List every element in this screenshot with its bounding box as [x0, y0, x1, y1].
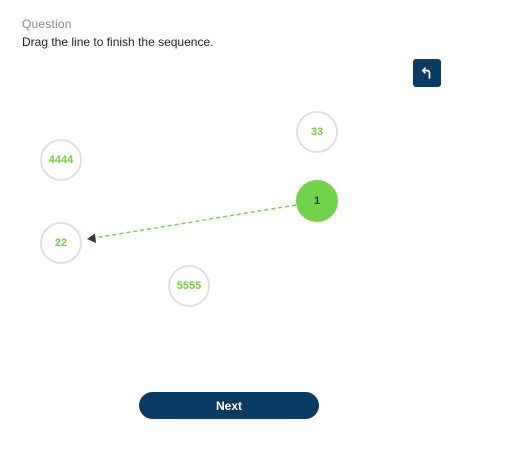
- question-prompt: Drag the line to finish the sequence.: [22, 35, 214, 49]
- node-label: 22: [54, 237, 68, 249]
- undo-arrow-icon: [420, 66, 434, 80]
- sequence-node-1-selected[interactable]: 1: [296, 180, 338, 222]
- undo-button[interactable]: [413, 59, 441, 87]
- sequence-node-22[interactable]: 22: [40, 222, 82, 264]
- question-label: Question: [22, 17, 72, 31]
- next-button[interactable]: Next: [139, 392, 319, 419]
- connector-arrowhead: [87, 233, 96, 243]
- sequence-node-4444[interactable]: 4444: [40, 139, 82, 181]
- sequence-node-33[interactable]: 33: [296, 111, 338, 153]
- node-label: 33: [310, 126, 324, 138]
- node-label: 4444: [48, 154, 74, 166]
- node-label: 1: [313, 195, 321, 207]
- sequence-node-5555[interactable]: 5555: [168, 265, 210, 307]
- node-label: 5555: [176, 280, 202, 292]
